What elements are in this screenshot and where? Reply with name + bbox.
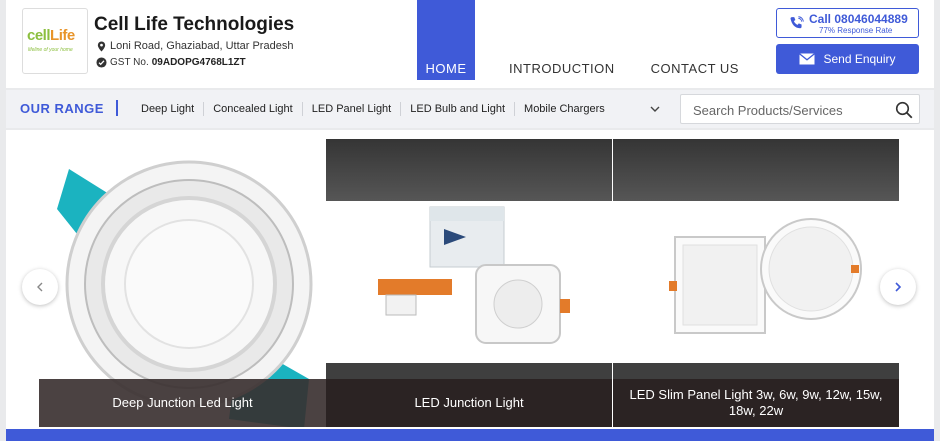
logo-wordmark: cellLife <box>27 27 75 44</box>
slide-caption: LED Slim Panel Light 3w, 6w, 9w, 12w, 15… <box>613 379 899 427</box>
product-image-led-slim-panel <box>669 218 862 334</box>
phone-icon <box>790 16 804 29</box>
carousel-slide-led-junction[interactable]: LED Junction Light <box>326 139 612 427</box>
call-button[interactable]: Call 08046044889 77% Response Rate <box>776 8 919 38</box>
company-address: Loni Road, Ghaziabad, Uttar Pradesh <box>96 40 293 52</box>
slide-shade-top <box>613 139 899 201</box>
range-item-led-bulb-and-light[interactable]: LED Bulb and Light <box>401 102 516 116</box>
address-text: Loni Road, Ghaziabad, Uttar Pradesh <box>110 40 294 52</box>
range-item-led-panel-light[interactable]: LED Panel Light <box>303 102 402 116</box>
nav-introduction[interactable]: INTRODUCTION <box>501 0 623 80</box>
chevron-down-icon[interactable] <box>649 103 661 115</box>
slide-caption: Deep Junction Led Light <box>39 379 326 427</box>
response-rate: 77% Response Rate <box>819 26 893 35</box>
our-range-title: OUR RANGE <box>20 101 104 116</box>
range-divider <box>116 100 118 116</box>
carousel-next-button[interactable] <box>880 269 916 305</box>
site-header: cellLife lifeline of your home Cell Life… <box>6 0 934 88</box>
envelope-icon <box>799 53 816 65</box>
verified-check-icon <box>96 57 107 68</box>
main-nav: HOME INTRODUCTION CONTACT US <box>417 0 747 80</box>
chevron-right-icon <box>895 282 902 292</box>
search-box <box>680 94 920 124</box>
range-bar: OUR RANGE Deep Light Concealed Light LED… <box>6 90 934 128</box>
slide-shade-top <box>326 139 612 201</box>
search-icon[interactable] <box>895 101 913 119</box>
gst-info: GST No. 09ADOPG4768L1ZT <box>96 57 246 68</box>
slide-caption: LED Junction Light <box>326 379 612 427</box>
send-enquiry-button[interactable]: Send Enquiry <box>776 44 919 74</box>
carousel-prev-button[interactable] <box>22 269 58 305</box>
call-number: Call 08046044889 <box>809 12 908 26</box>
product-image-led-junction <box>378 206 570 344</box>
company-logo[interactable]: cellLife lifeline of your home <box>22 8 88 74</box>
range-item-mobile-chargers[interactable]: Mobile Chargers <box>515 102 614 116</box>
gst-number: 09ADOPG4768L1ZT <box>151 57 246 68</box>
carousel-slide-led-slim-panel[interactable]: LED Slim Panel Light 3w, 6w, 9w, 12w, 15… <box>613 139 899 427</box>
search-input[interactable] <box>693 101 883 119</box>
nav-home[interactable]: HOME <box>417 0 475 80</box>
gst-label: GST No. <box>110 57 149 68</box>
bottom-accent-strip <box>6 429 934 441</box>
chevron-left-icon <box>37 282 43 292</box>
logo-tagline: lifeline of your home <box>28 47 73 53</box>
slide-image-area <box>326 201 612 363</box>
nav-contact-us[interactable]: CONTACT US <box>643 0 747 80</box>
slide-image-area <box>613 201 899 363</box>
range-item-deep-light[interactable]: Deep Light <box>133 102 205 116</box>
product-carousel: Deep Junction Led Light LED Junction Lig… <box>6 130 934 433</box>
range-item-concealed-light[interactable]: Concealed Light <box>204 102 303 116</box>
range-category-list: Deep Light Concealed Light LED Panel Lig… <box>133 90 614 128</box>
send-enquiry-label: Send Enquiry <box>823 52 896 66</box>
company-name[interactable]: Cell Life Technologies <box>94 14 294 36</box>
location-pin-icon <box>97 40 106 52</box>
carousel-slide-deep-junction[interactable]: Deep Junction Led Light <box>39 139 326 427</box>
